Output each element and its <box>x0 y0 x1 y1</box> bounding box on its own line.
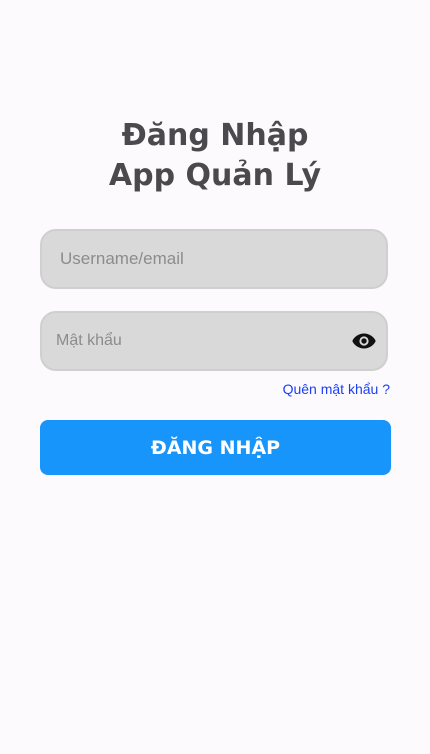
login-screen: Đăng Nhập App Quản Lý Quên mật khẩu ? ĐĂ… <box>0 0 430 754</box>
username-field[interactable] <box>40 229 388 289</box>
title-line-2: App Quản Lý <box>108 158 322 193</box>
login-button[interactable]: ĐĂNG NHẬP <box>40 420 391 475</box>
password-field[interactable] <box>40 311 388 371</box>
eye-icon[interactable] <box>350 329 378 353</box>
page-title: Đăng Nhập App Quản Lý <box>0 116 430 196</box>
forgot-password-link[interactable]: Quên mật khẩu ? <box>283 381 390 397</box>
username-input[interactable] <box>42 231 386 287</box>
password-input[interactable] <box>42 313 386 369</box>
title-line-1: Đăng Nhập <box>121 118 309 153</box>
eye-icon-graphic <box>352 333 376 349</box>
